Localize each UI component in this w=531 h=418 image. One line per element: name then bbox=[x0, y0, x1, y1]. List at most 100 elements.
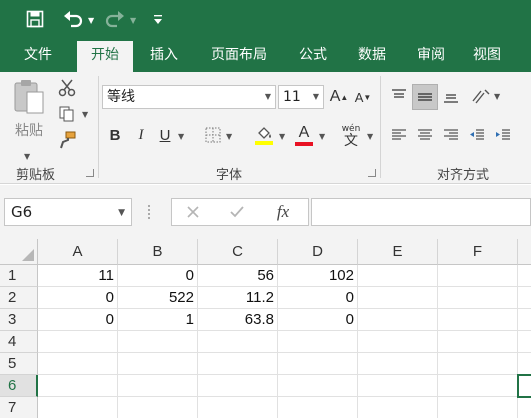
tab-home[interactable]: 开始 bbox=[77, 41, 133, 72]
phonetic-guide-button[interactable]: wén 文 bbox=[338, 120, 364, 150]
increase-indent-button[interactable] bbox=[492, 124, 514, 146]
column-header-e[interactable]: E bbox=[358, 239, 438, 265]
cell-a2[interactable]: 0 bbox=[38, 287, 118, 309]
shrink-font-button[interactable]: A ▼ bbox=[352, 86, 374, 108]
cell-e7[interactable] bbox=[358, 397, 438, 418]
name-box[interactable]: G6 ▼ bbox=[4, 198, 132, 226]
row-header-4[interactable]: 4 bbox=[0, 331, 38, 353]
tab-page-layout[interactable]: 页面布局 bbox=[200, 38, 278, 72]
bold-button[interactable]: B bbox=[104, 124, 126, 146]
font-name-combo[interactable]: 等线 ▼ bbox=[102, 85, 276, 109]
align-top-button[interactable] bbox=[388, 84, 410, 108]
column-header-b[interactable]: B bbox=[118, 239, 198, 265]
row-header-2[interactable]: 2 bbox=[0, 287, 38, 309]
cell-e5[interactable] bbox=[358, 353, 438, 375]
cell-e2[interactable] bbox=[358, 287, 438, 309]
save-button[interactable] bbox=[24, 8, 46, 30]
borders-dropdown-arrow[interactable]: ▼ bbox=[226, 132, 232, 141]
fill-color-dropdown-arrow[interactable]: ▼ bbox=[279, 132, 285, 141]
column-header-a[interactable]: A bbox=[38, 239, 118, 265]
cell-c7[interactable] bbox=[198, 397, 278, 418]
cell-e4[interactable] bbox=[358, 331, 438, 353]
undo-dropdown-arrow[interactable]: ▼ bbox=[88, 16, 94, 25]
font-name-dropdown-arrow[interactable]: ▼ bbox=[265, 86, 271, 108]
cell-c6[interactable] bbox=[198, 375, 278, 397]
cell-partial4[interactable] bbox=[518, 331, 531, 353]
column-header-partial[interactable] bbox=[518, 239, 531, 265]
tab-review[interactable]: 审阅 bbox=[405, 38, 457, 72]
fill-color-button[interactable] bbox=[252, 122, 276, 148]
customize-qat-button[interactable] bbox=[150, 8, 166, 30]
cell-f1[interactable] bbox=[438, 265, 518, 287]
decrease-indent-button[interactable] bbox=[466, 124, 488, 146]
cell-d5[interactable] bbox=[278, 353, 358, 375]
row-header-7[interactable]: 7 bbox=[0, 397, 38, 418]
tab-data[interactable]: 数据 bbox=[346, 38, 398, 72]
row-header-5[interactable]: 5 bbox=[0, 353, 38, 375]
column-header-f[interactable]: F bbox=[438, 239, 518, 265]
align-right-button[interactable] bbox=[440, 124, 462, 146]
redo-dropdown-arrow[interactable]: ▼ bbox=[130, 16, 136, 25]
cell-b7[interactable] bbox=[118, 397, 198, 418]
font-color-button[interactable]: A bbox=[292, 122, 316, 148]
cell-b4[interactable] bbox=[118, 331, 198, 353]
format-painter-button[interactable] bbox=[56, 130, 78, 150]
cell-f3[interactable] bbox=[438, 309, 518, 331]
paste-button[interactable]: 粘贴 bbox=[8, 78, 50, 144]
insert-function-button[interactable]: fx bbox=[270, 201, 296, 223]
column-header-c[interactable]: C bbox=[198, 239, 278, 265]
cell-d1[interactable]: 102 bbox=[278, 265, 358, 287]
underline-button[interactable]: U bbox=[154, 124, 176, 146]
cell-partial3[interactable] bbox=[518, 309, 531, 331]
cell-a4[interactable] bbox=[38, 331, 118, 353]
cell-c3[interactable]: 63.8 bbox=[198, 309, 278, 331]
align-middle-button[interactable] bbox=[412, 84, 438, 110]
cell-e6[interactable] bbox=[358, 375, 438, 397]
cell-c1[interactable]: 56 bbox=[198, 265, 278, 287]
underline-dropdown-arrow[interactable]: ▼ bbox=[178, 132, 184, 141]
cell-c4[interactable] bbox=[198, 331, 278, 353]
cell-b3[interactable]: 1 bbox=[118, 309, 198, 331]
cell-a3[interactable]: 0 bbox=[38, 309, 118, 331]
font-size-combo[interactable]: 11 ▼ bbox=[278, 85, 324, 109]
font-color-dropdown-arrow[interactable]: ▼ bbox=[319, 132, 325, 141]
cell-f7[interactable] bbox=[438, 397, 518, 418]
tab-file[interactable]: 文件 bbox=[12, 38, 64, 72]
cell-partial2[interactable] bbox=[518, 287, 531, 309]
cell-c2[interactable]: 11.2 bbox=[198, 287, 278, 309]
cell-d6[interactable] bbox=[278, 375, 358, 397]
cell-b1[interactable]: 0 bbox=[118, 265, 198, 287]
row-header-3[interactable]: 3 bbox=[0, 309, 38, 331]
undo-button[interactable] bbox=[62, 8, 84, 30]
row-header-6[interactable]: 6 bbox=[0, 375, 38, 397]
cell-b5[interactable] bbox=[118, 353, 198, 375]
row-header-1[interactable]: 1 bbox=[0, 265, 38, 287]
cell-a7[interactable] bbox=[38, 397, 118, 418]
copy-button[interactable] bbox=[56, 104, 78, 124]
cell-partial7[interactable] bbox=[518, 397, 531, 418]
column-header-d[interactable]: D bbox=[278, 239, 358, 265]
cell-d3[interactable]: 0 bbox=[278, 309, 358, 331]
align-bottom-button[interactable] bbox=[440, 84, 462, 108]
tab-formulas[interactable]: 公式 bbox=[287, 38, 339, 72]
cell-f2[interactable] bbox=[438, 287, 518, 309]
redo-button[interactable] bbox=[104, 8, 126, 30]
tab-view[interactable]: 视图 bbox=[461, 38, 513, 72]
cell-f5[interactable] bbox=[438, 353, 518, 375]
italic-button[interactable]: I bbox=[130, 124, 152, 146]
tab-insert[interactable]: 插入 bbox=[138, 38, 190, 72]
cell-partial1[interactable] bbox=[518, 265, 531, 287]
cell-b6[interactable] bbox=[118, 375, 198, 397]
cell-e3[interactable] bbox=[358, 309, 438, 331]
cell-d2[interactable]: 0 bbox=[278, 287, 358, 309]
borders-button[interactable] bbox=[202, 124, 224, 146]
formula-input[interactable] bbox=[311, 198, 531, 226]
orientation-button[interactable] bbox=[468, 84, 492, 108]
cell-d4[interactable] bbox=[278, 331, 358, 353]
cell-a6[interactable] bbox=[38, 375, 118, 397]
align-center-button[interactable] bbox=[414, 124, 436, 146]
cell-f6[interactable] bbox=[438, 375, 518, 397]
cancel-entry-button[interactable] bbox=[182, 201, 204, 223]
cell-b2[interactable]: 522 bbox=[118, 287, 198, 309]
font-dialog-launcher[interactable] bbox=[368, 169, 376, 177]
